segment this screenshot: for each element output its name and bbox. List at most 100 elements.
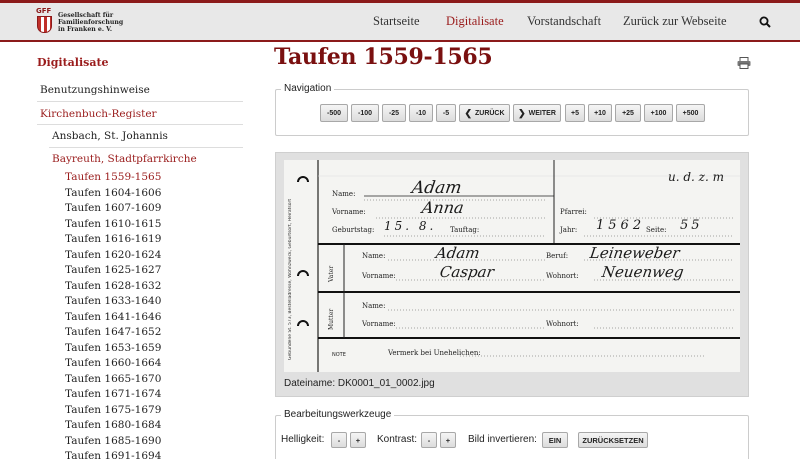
brightness-label: Helligkeit: (281, 434, 325, 445)
label-father-vorname: Vorname: (362, 272, 396, 280)
sidebar-item-ansbach[interactable]: Ansbach, St. Johannis (52, 130, 168, 142)
contrast-decrease-button[interactable]: - (421, 432, 437, 448)
logo-line: Gesellschaft für (58, 12, 114, 19)
handwritten-child-name: Adam (410, 178, 463, 198)
sidebar-subitem[interactable]: Taufen 1653-1659 (65, 342, 161, 354)
sidebar-subitem[interactable]: Taufen 1559-1565 (65, 171, 161, 183)
scanned-record-card[interactable]: Gebundene St. 573, Bestelladresse, Wohnz… (284, 160, 740, 372)
handwritten-father-wohnort: Neuenweg (600, 263, 685, 281)
contrast-increase-button[interactable]: + (440, 432, 456, 448)
sidebar-item-bayreuth[interactable]: Bayreuth, Stadtpfarrkirche (52, 153, 197, 165)
divider (37, 124, 243, 125)
handwritten-seite: 55 (680, 218, 703, 233)
divider (37, 101, 243, 102)
tools-legend: Bearbeitungswerkzeuge (281, 409, 395, 420)
handwritten-jahr: 1562 (596, 218, 646, 233)
sidebar-subitem[interactable]: Taufen 1691-1694 (65, 450, 161, 459)
nav-next-label: WEITER (528, 109, 556, 117)
contrast-label: Kontrast: (377, 434, 418, 445)
brightness-decrease-button[interactable]: - (331, 432, 347, 448)
search-button[interactable] (748, 7, 782, 37)
label-vorname: Vorname: (332, 208, 366, 216)
label-mother-name: Name: (362, 302, 386, 310)
nav-plus-25-button[interactable]: +25 (615, 104, 641, 122)
nav-zurueck-webseite[interactable]: Zurück zur Webseite (623, 14, 727, 29)
sidebar-subitem[interactable]: Taufen 1647-1652 (65, 326, 161, 338)
sidebar-subitem[interactable]: Taufen 1625-1627 (65, 264, 161, 276)
label-note: NOTE (332, 352, 346, 358)
sidebar-subitem[interactable]: Taufen 1665-1670 (65, 373, 161, 385)
site-header: GFF Gesellschaft für Familienforschung i… (0, 0, 800, 42)
label-seite: Seite: (646, 226, 667, 234)
card-side-print: Gebundene St. 573, Bestelladresse, Wohnz… (288, 198, 293, 360)
reset-button[interactable]: ZURÜCKSETZEN (578, 432, 648, 448)
label-tauftag: Tauftag: (450, 226, 480, 234)
sidebar-subitem[interactable]: Taufen 1641-1646 (65, 311, 161, 323)
nav-minus-5-button[interactable]: -5 (436, 104, 456, 122)
label-mother-vorname: Vorname: (362, 320, 396, 328)
label-pfarrei: Pfarrei: (560, 208, 587, 216)
label-father-name: Name: (362, 252, 386, 260)
nav-plus-500-button[interactable]: +500 (676, 104, 705, 122)
logo-emblem: GFF (36, 7, 54, 35)
nav-minus-100-button[interactable]: -100 (351, 104, 379, 122)
nav-back-button[interactable]: ❮ ZURÜCK (459, 104, 510, 122)
sidebar-subitem[interactable]: Taufen 1616-1619 (65, 233, 161, 245)
label-wohnort: Wohnort: (546, 272, 579, 280)
label-mutter: Mutter (328, 308, 335, 330)
label-mother-wohnort: Wohnort: (546, 320, 579, 328)
sidebar-subitem[interactable]: Taufen 1607-1609 (65, 202, 161, 214)
nav-minus-10-button[interactable]: -10 (409, 104, 433, 122)
nav-next-button[interactable]: ❯ WEITER (513, 104, 561, 122)
sidebar-subitem[interactable]: Taufen 1604-1606 (65, 187, 161, 199)
print-button[interactable] (737, 54, 751, 69)
chevron-left-icon: ❮ (464, 107, 472, 118)
nav-minus-25-button[interactable]: -25 (382, 104, 406, 122)
handwritten-child-vorname: Anna (420, 198, 466, 217)
image-filename: Dateiname: DK0001_01_0002.jpg (284, 378, 435, 389)
label-vermerk: Vermerk bei Unehelichen: (388, 349, 481, 357)
sidebar-item-kirchenbuch-register[interactable]: Kirchenbuch-Register (40, 108, 157, 120)
nav-minus-500-button[interactable]: -500 (320, 104, 348, 122)
label-name: Name: (332, 190, 356, 198)
sidebar-title[interactable]: Digitalisate (37, 56, 109, 69)
nav-vorstandschaft[interactable]: Vorstandschaft (527, 14, 601, 29)
handwritten-father-beruf: Leineweber (588, 244, 681, 262)
sidebar-subitem[interactable]: Taufen 1680-1684 (65, 419, 161, 431)
nav-back-label: ZURÜCK (474, 109, 505, 117)
navigation-legend: Navigation (281, 83, 335, 94)
sidebar-item-benutzungshinweise[interactable]: Benutzungshinweise (40, 84, 150, 96)
search-icon (759, 16, 771, 28)
sidebar-subitem[interactable]: Taufen 1628-1632 (65, 280, 161, 292)
nav-plus-5-button[interactable]: +5 (565, 104, 585, 122)
label-vater: Vater (328, 265, 335, 282)
franconian-rake-icon (37, 16, 52, 33)
printer-icon (737, 57, 751, 69)
handwritten-father-vorname: Caspar (438, 263, 496, 281)
page-title: Taufen 1559-1565 (274, 44, 493, 70)
brightness-increase-button[interactable]: + (350, 432, 366, 448)
logo-line: Familienforschung (58, 19, 124, 26)
sidebar-subitem[interactable]: Taufen 1660-1664 (65, 357, 161, 369)
logo-abbreviation: GFF (36, 7, 52, 15)
chevron-right-icon: ❯ (518, 107, 526, 118)
label-jahr: Jahr: (560, 226, 578, 234)
invert-label: Bild invertieren: (468, 434, 537, 445)
invert-on-button[interactable]: EIN (542, 432, 568, 448)
label-geburtstag: Geburtstag: (332, 226, 375, 234)
handwritten-geburtstag: 15. 8. (384, 219, 437, 233)
nav-startseite[interactable]: Startseite (373, 14, 420, 29)
sidebar-subitem[interactable]: Taufen 1610-1615 (65, 218, 161, 230)
sidebar-subitem[interactable]: Taufen 1633-1640 (65, 295, 161, 307)
sidebar-subitem[interactable]: Taufen 1685-1690 (65, 435, 161, 447)
nav-plus-10-button[interactable]: +10 (588, 104, 612, 122)
sidebar-subitem[interactable]: Taufen 1671-1674 (65, 388, 161, 400)
nav-plus-100-button[interactable]: +100 (644, 104, 673, 122)
handwritten-father-name: Adam (434, 244, 481, 262)
sidebar-subitem[interactable]: Taufen 1620-1624 (65, 249, 161, 261)
site-logo[interactable]: GFF Gesellschaft für Familienforschung i… (36, 7, 123, 35)
sidebar-subitem[interactable]: Taufen 1675-1679 (65, 404, 161, 416)
nav-digitalisate[interactable]: Digitalisate (446, 14, 504, 29)
logo-line: in Franken e. V. (58, 26, 113, 33)
logo-text: Gesellschaft für Familienforschung in Fr… (58, 12, 123, 33)
